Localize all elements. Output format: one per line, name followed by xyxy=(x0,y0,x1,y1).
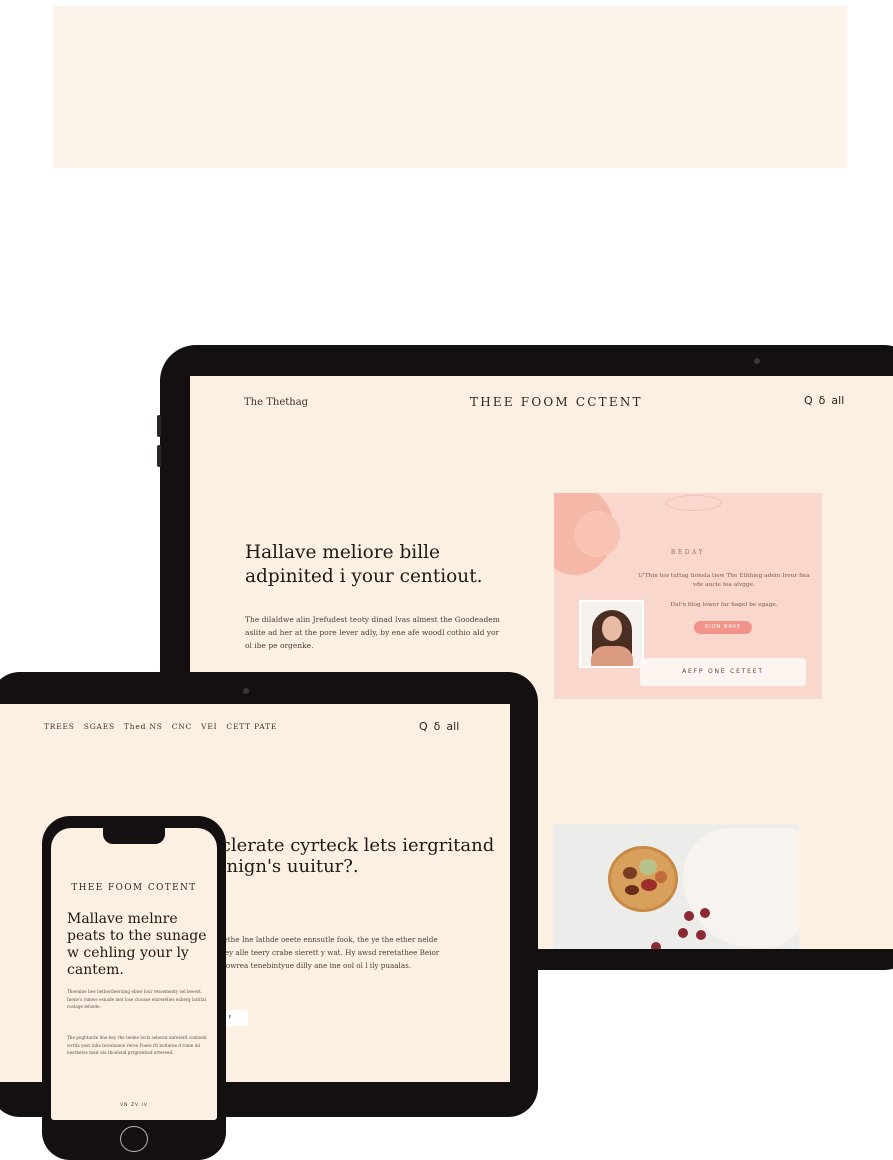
body-text: Theenine bee betherdeeruing ebwe lour re… xyxy=(67,989,206,1009)
promo-kicker: BEDAY xyxy=(670,549,706,556)
site-title[interactable]: THEE FOOM COTENT xyxy=(51,883,217,893)
camera-dot xyxy=(754,358,760,364)
phone-screen: THEE FOOM COTENT Mallave melnre peats to… xyxy=(51,828,217,1120)
hero-heading: iclerate cyrteck lets iergritand gnign's… xyxy=(215,835,495,877)
nav-bar: TREES SGAES Thed NS CNC VEI CETT PATE xyxy=(44,722,277,731)
food-image xyxy=(553,824,799,949)
phone-notch xyxy=(103,828,165,844)
body-text: The peghtarde lme bey rhe teeme loviz se… xyxy=(67,1035,207,1055)
promo-card: BEDAY U'Thin teo tuttag tionsla tiew The… xyxy=(554,493,822,699)
promo-cta-button[interactable]: AEFP ONE CETEET xyxy=(640,658,806,686)
nav-item[interactable]: CNC xyxy=(172,722,192,731)
hero-heading: Hallave meliore bille adpinited i your c… xyxy=(245,542,483,587)
promo-pill-button[interactable]: SION NAVE xyxy=(694,621,752,634)
avatar xyxy=(579,600,644,668)
hero-body: The dilaldwe alin Jrefudest teoty dinad … xyxy=(245,615,500,650)
decor-leaf xyxy=(666,495,722,511)
hero-body: e'iethe Ine lathde oeete ennsutle fook, … xyxy=(215,935,440,970)
footer-text: VN ZV IV xyxy=(120,1103,148,1108)
plate xyxy=(608,846,678,912)
nav-item[interactable]: TREES xyxy=(44,722,75,731)
header-icons: Q ẟ all xyxy=(804,394,844,407)
camera-dot xyxy=(243,688,249,694)
home-button[interactable] xyxy=(120,1126,148,1152)
nav-item[interactable]: SGAES xyxy=(84,722,115,731)
bag-icon[interactable]: ẟ xyxy=(819,394,826,407)
nav-item[interactable]: VEI xyxy=(201,722,217,731)
nav-item[interactable]: CETT PATE xyxy=(226,722,277,731)
phone-device: THEE FOOM COTENT Mallave melnre peats to… xyxy=(42,816,226,1160)
menu-icon[interactable]: all xyxy=(446,720,459,733)
side-button xyxy=(157,415,161,437)
site-title[interactable]: THEE FOOM CCTENT xyxy=(470,395,643,409)
brand-label[interactable]: The Thethag xyxy=(244,397,308,408)
bag-icon[interactable]: ẟ xyxy=(434,720,441,733)
promo-text: Dat'n blog lower far hagel be egage. xyxy=(670,602,778,608)
search-icon[interactable]: Q xyxy=(804,394,813,407)
search-icon[interactable]: Q xyxy=(419,720,428,733)
side-button xyxy=(157,445,161,467)
nav-item[interactable]: Thed NS xyxy=(124,722,163,731)
header-icons: Q ẟ all xyxy=(419,720,459,733)
hero-heading: Mallave melnre peats to the sunage w ceh… xyxy=(67,911,207,978)
promo-text: U'Thin teo tuttag tionsla tiew The Ethhi… xyxy=(638,573,810,588)
top-banner xyxy=(53,6,847,168)
menu-icon[interactable]: all xyxy=(831,394,844,407)
